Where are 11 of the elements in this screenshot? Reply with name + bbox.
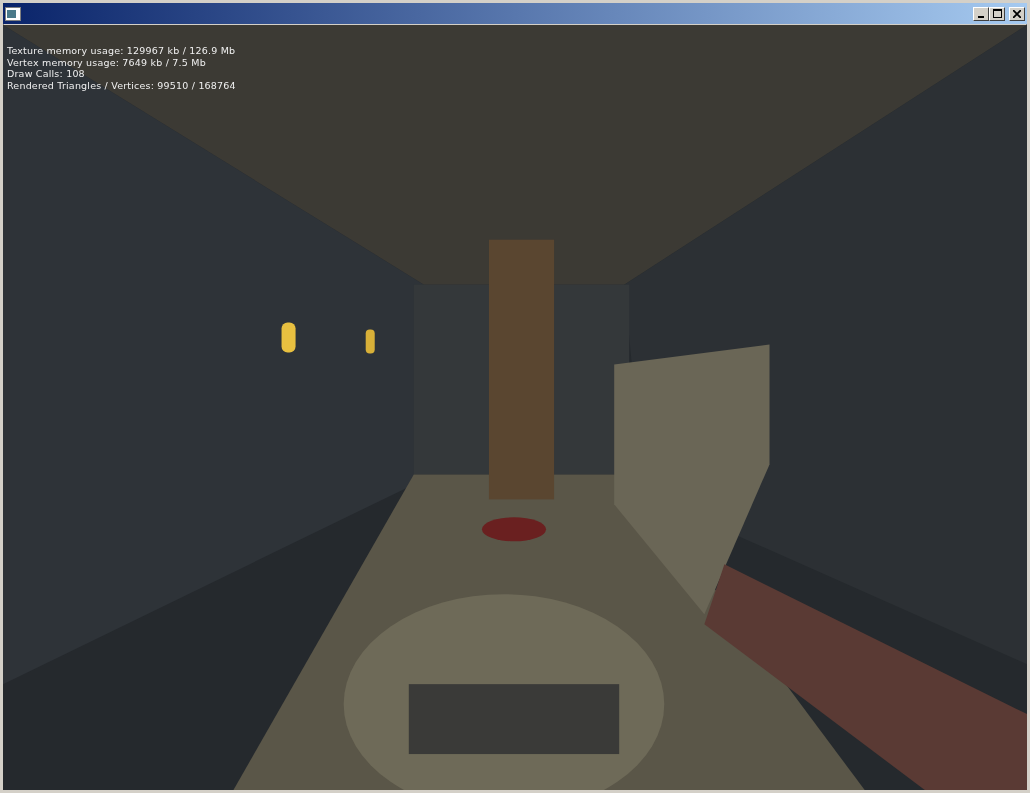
- close-button[interactable]: [1009, 6, 1025, 21]
- minimize-icon: [978, 15, 984, 18]
- stats-text: Vertex memory usage: 7649 kb / 7.5 Mb: [7, 56, 207, 68]
- app-icon: [5, 6, 21, 21]
- maximize-button[interactable]: [989, 6, 1005, 21]
- close-icon: [1013, 9, 1021, 18]
- stats-text: Rendered Triangles / Vertices: 99510 / 168764: [7, 79, 236, 91]
- stats-text: Texture memory usage: 129967 kb / 126.9 Mb: [7, 45, 236, 57]
- minimize-button[interactable]: [973, 6, 989, 21]
- maximize-icon: [992, 9, 1002, 18]
- stats-text: Draw Calls: 108: [7, 68, 86, 80]
